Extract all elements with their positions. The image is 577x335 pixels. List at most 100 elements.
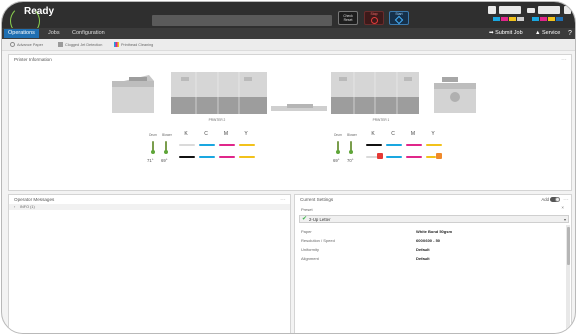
paper-tray-icon — [527, 8, 535, 13]
stop-button[interactable]: Stop — [364, 11, 384, 25]
drum-thermometer-icon — [151, 141, 155, 155]
check-icon: ✔ — [302, 216, 308, 222]
ink-y-label: Y — [244, 131, 248, 137]
help-button[interactable]: ? — [568, 29, 572, 38]
preset-label: Preset — [301, 207, 313, 212]
message-row[interactable]: › INFO (1) — [9, 204, 290, 210]
check-reset-button[interactable]: Check Reset — [338, 11, 358, 25]
tab-jobs[interactable]: Jobs — [44, 29, 64, 38]
clogged-jet-label: Clogged Jet Detection — [65, 42, 103, 47]
unwinder-module — [112, 75, 154, 113]
drum-label: Drum — [149, 133, 157, 137]
ink-level-bar — [219, 156, 235, 158]
jet-detection-icon — [58, 42, 63, 47]
service-button[interactable]: ▲ Service — [535, 29, 560, 38]
alignment-label: Alignment — [301, 256, 319, 261]
advance-paper-label: Advance Paper — [17, 42, 43, 47]
status-bar: Ready Check Reset Stop Start — [2, 2, 575, 36]
ink-m-label: M — [223, 131, 229, 137]
clogged-jet-detection-button[interactable]: Clogged Jet Detection — [58, 42, 102, 47]
submit-job-label: Submit Job — [495, 30, 523, 36]
ink-level-bar — [179, 144, 195, 146]
start-icon — [394, 15, 404, 25]
printer-2-engine — [171, 72, 267, 114]
printhead-cleaning-icon — [114, 42, 119, 47]
ink-level-bar — [386, 144, 402, 146]
close-icon[interactable]: × — [561, 205, 564, 210]
drum-label: Drum — [334, 133, 342, 137]
advance-paper-button[interactable]: Advance Paper — [10, 42, 43, 47]
alignment-value: Default — [416, 256, 430, 261]
printhead-cleaning-button[interactable]: Printhead Cleaning — [114, 42, 153, 47]
stop-icon — [370, 17, 378, 24]
add-label: Add — [541, 197, 549, 202]
ink-level-strip — [532, 17, 563, 21]
resolution-speed-label: Resolution / Speed — [301, 238, 335, 243]
tab-configuration[interactable]: Configuration — [68, 29, 109, 38]
uniformity-value: Default — [416, 247, 430, 252]
app-window: Ready Check Reset Stop Start Operations … — [1, 1, 576, 334]
resolution-speed-value: 600X600 - 50 — [416, 238, 441, 243]
ink-warning-icon — [436, 153, 442, 159]
paper-label: Paper — [301, 229, 312, 234]
status-title: Ready — [24, 6, 55, 17]
service-label: Service — [541, 30, 561, 36]
uniformity-label: Uniformity — [301, 247, 320, 252]
paper-value: White Bond 50gsm — [416, 229, 453, 234]
current-settings-panel: Current Settings Add ... Preset × ✔ 2-Up… — [294, 194, 572, 333]
add-toggle[interactable] — [550, 197, 560, 202]
panel-menu-button[interactable]: ... — [563, 196, 569, 202]
panel-title: Current Settings — [300, 197, 334, 202]
chevron-down-icon: ▾ — [563, 217, 566, 222]
printer-line-illustration — [112, 72, 476, 114]
rewinder-module — [434, 77, 476, 113]
ink-k-label: K — [184, 131, 188, 137]
ink-level-bar — [426, 144, 442, 146]
message-category: INFO (1) — [20, 205, 35, 209]
ink-level-bar — [239, 144, 255, 146]
blower-temperature: 70° — [347, 158, 354, 163]
ink-level-bar — [406, 144, 422, 146]
blower-thermometer-icon — [349, 141, 353, 155]
status-message-bar — [152, 15, 332, 26]
chevron-right-icon: › — [14, 205, 16, 209]
printer-information-panel: Printer Information ... PRINTER 2 Drum B… — [8, 54, 572, 191]
preset-select[interactable]: ✔ 2-Up Letter ▾ — [299, 215, 569, 223]
tab-operations[interactable]: Operations — [4, 29, 39, 38]
stop-label: Stop — [370, 12, 378, 16]
ink-y-label: Y — [431, 131, 435, 137]
printer-1-label: PRINTER 1 — [372, 118, 390, 122]
ink-c-label: C — [204, 131, 208, 137]
ink-level-bar — [199, 144, 215, 146]
ink-level-bar — [239, 156, 255, 158]
preset-value: 2-Up Letter — [309, 217, 331, 222]
operations-toolbar: Advance Paper Clogged Jet Detection Prin… — [2, 39, 575, 51]
ink-level-bar — [426, 156, 436, 158]
blower-thermometer-icon — [164, 141, 168, 155]
main-nav: Operations Jobs Configuration ➡ Submit J… — [2, 28, 575, 39]
blower-label: Blower — [162, 133, 172, 137]
settings-scrollbar[interactable] — [566, 225, 570, 331]
ink-level-bar — [219, 144, 235, 146]
panel-title: Operator Messages — [14, 197, 55, 202]
printhead-cleaning-label: Printhead Cleaning — [121, 42, 154, 47]
user-icon: ▲ — [535, 30, 542, 36]
panel-title: Printer Information — [14, 57, 52, 62]
conveyor-module — [271, 104, 327, 111]
printer-2-label: PRINTER 2 — [208, 118, 226, 122]
panel-menu-button[interactable]: ... — [561, 56, 567, 62]
ink-level-bar — [406, 156, 422, 158]
paper-tray-icon — [538, 6, 560, 14]
drum-thermometer-icon — [336, 141, 340, 155]
panel-menu-button[interactable]: ... — [280, 196, 286, 202]
advance-paper-icon — [10, 42, 15, 47]
ink-level-bar — [199, 156, 215, 158]
start-button[interactable]: Start — [389, 11, 409, 25]
ink-m-label: M — [410, 131, 416, 137]
printer-1-engine — [331, 72, 419, 114]
blower-temperature: 69° — [161, 158, 168, 163]
ink-level-bar — [366, 144, 382, 146]
blower-label: Blower — [347, 133, 357, 137]
drum-temperature: 69° — [333, 158, 340, 163]
submit-job-button[interactable]: ➡ Submit Job — [489, 29, 523, 38]
